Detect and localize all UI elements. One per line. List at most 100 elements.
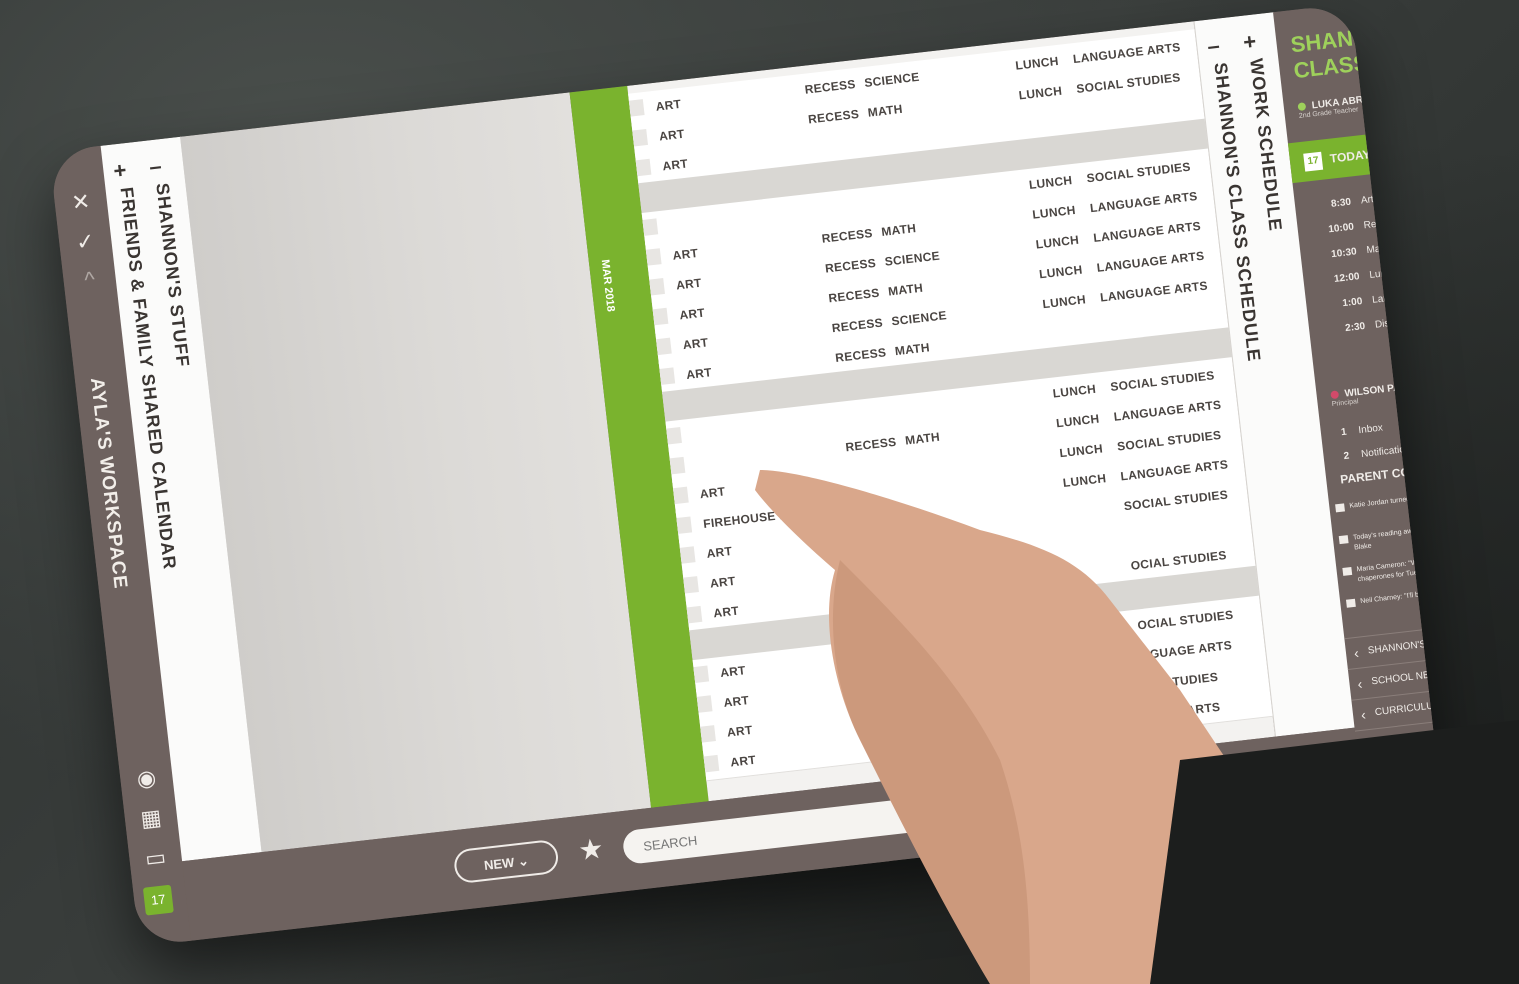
schedule-cell[interactable]: ART xyxy=(706,544,733,561)
search-icon[interactable]: ⌕ xyxy=(1083,773,1102,808)
work-schedule-toggle[interactable]: + xyxy=(1242,28,1258,55)
schedule-cell[interactable]: LUNCH xyxy=(1035,233,1080,252)
schedule-cell[interactable]: AL STUDIES xyxy=(1144,670,1219,692)
play-icon[interactable]: ◉ xyxy=(131,763,162,794)
row-tab xyxy=(645,248,662,266)
schedule-cell[interactable]: RECESS xyxy=(807,107,859,127)
new-button[interactable]: NEW ⌄ xyxy=(452,838,560,885)
empty-pane xyxy=(180,92,652,853)
row-tab xyxy=(693,665,710,683)
schedule-cell[interactable]: UAGE ARTS xyxy=(1147,700,1221,722)
schedule-cell[interactable]: RECE xyxy=(875,705,911,723)
send-message-label: ND MESSAGE xyxy=(1223,763,1306,787)
row-tab xyxy=(628,99,645,117)
message-count: 1 xyxy=(1340,426,1348,439)
schedule-cell[interactable]: ART xyxy=(675,276,702,293)
message-count: 2 xyxy=(1343,450,1350,463)
chevron-down-icon[interactable]: ⌄ xyxy=(1041,786,1057,807)
schedule-cell[interactable]: ART xyxy=(679,306,706,323)
star-icon[interactable]: ★ xyxy=(577,832,606,868)
today-time: 12:00 xyxy=(1333,271,1361,286)
schedule-cell[interactable]: LUNCH xyxy=(1059,441,1104,460)
row-tab xyxy=(676,516,693,534)
row-tab xyxy=(642,218,659,236)
schedule-cell[interactable]: RECESS xyxy=(835,345,887,365)
tablet-screen: ✕ ✓ ^ AYLA'S WORKSPACE ◉ ▦ ▭ 17 + FRIEND… xyxy=(48,3,1442,947)
close-icon[interactable]: ✕ xyxy=(65,187,96,218)
schedule-cell[interactable]: LUNCH xyxy=(1052,382,1097,401)
row-tab xyxy=(679,546,696,564)
schedule-cell[interactable]: ART xyxy=(709,574,736,591)
schedule-cell[interactable]: RECESS xyxy=(804,77,856,97)
today-calendar-icon: 17 xyxy=(1303,151,1324,172)
schedule-grid: ART RECESS SCIENCE LUNCH LANGUAGE ARTS ART REC… xyxy=(627,21,1276,802)
schedule-cell[interactable]: RECESS xyxy=(831,315,883,335)
schedule-cell[interactable]: RECESS xyxy=(821,226,873,246)
message-label: Inbox xyxy=(1357,422,1384,437)
chat-icon[interactable]: ▭ xyxy=(140,843,171,874)
schedule-cell[interactable]: LUNCH xyxy=(1062,471,1107,490)
schedule-cell[interactable]: ART xyxy=(719,663,746,680)
chevron-icon[interactable]: ^ xyxy=(74,264,105,295)
today-time: 10:00 xyxy=(1327,221,1355,236)
schedule-cell[interactable]: LUNCH xyxy=(1038,263,1083,282)
today-item[interactable]: 8:30 Art xyxy=(1315,194,1375,212)
schedule-cell[interactable]: SCIENCE xyxy=(884,249,941,269)
schedule-cell[interactable]: ART xyxy=(686,365,713,382)
row-tab xyxy=(683,576,699,594)
schedule-cell[interactable]: OCIAL STUDIES xyxy=(1137,608,1234,633)
calendar-icon[interactable]: 17 xyxy=(142,884,174,916)
row-tab xyxy=(656,337,672,356)
schedule-cell[interactable]: ART xyxy=(658,127,685,144)
schedule-cell[interactable]: MATH xyxy=(894,340,930,358)
schedule-cell[interactable]: ART xyxy=(655,97,682,114)
schedule-cell[interactable]: ART xyxy=(682,335,709,352)
schedule-cell[interactable]: ART xyxy=(672,246,699,263)
row-tab xyxy=(700,725,716,743)
stuff-toggle[interactable]: – xyxy=(148,153,163,180)
class-schedule-toggle[interactable]: – xyxy=(1206,33,1221,60)
schedule-cell[interactable]: FIREHOUSE FIE xyxy=(702,506,799,531)
today-time: 2:30 xyxy=(1344,320,1366,335)
row-tab xyxy=(659,367,676,385)
row-tab xyxy=(696,695,713,713)
message-item[interactable]: 1 Inbox xyxy=(1340,423,1383,439)
schedule-cell[interactable]: ART xyxy=(730,753,757,770)
schedule-cell[interactable]: RECESS xyxy=(824,256,876,276)
row-tab xyxy=(669,456,686,475)
row-tab xyxy=(666,427,682,445)
schedule-cell[interactable]: MATH xyxy=(904,430,940,448)
schedule-cell[interactable]: MATH xyxy=(887,281,923,299)
send-message-button[interactable]: ND MESSAGE xyxy=(1187,749,1341,801)
schedule-cell[interactable]: SCIENCE xyxy=(891,308,948,328)
schedule-cell[interactable]: RECESS xyxy=(845,435,897,455)
schedule-cell[interactable]: MATH xyxy=(867,102,903,120)
schedule-cell[interactable]: ART xyxy=(699,484,726,501)
schedule-cell[interactable]: OCIAL STUDIES xyxy=(1130,548,1227,573)
check-icon[interactable]: ✓ xyxy=(70,227,101,258)
schedule-cell[interactable]: LUNCH xyxy=(1028,173,1073,192)
teacher-status-dot xyxy=(1297,102,1307,112)
schedule-cell[interactable]: LUNCH xyxy=(1042,292,1087,311)
schedule-cell[interactable]: RECESS xyxy=(828,286,880,306)
schedule-cell[interactable]: NGUAGE ARTS xyxy=(1140,638,1233,662)
schedule-cell[interactable]: LUNCH xyxy=(1032,203,1077,222)
schedule-cell[interactable]: ART xyxy=(713,604,740,621)
schedule-cell[interactable]: LUNCH xyxy=(1015,54,1060,73)
schedule-cell[interactable]: MATH xyxy=(881,221,917,239)
schedule-cell[interactable]: LUNCH xyxy=(1018,84,1063,103)
schedule-cell[interactable]: LUNCH xyxy=(1055,412,1100,431)
schedule-cell[interactable]: SCIENCE xyxy=(864,70,921,90)
stuff-label[interactable]: SHANNON'S STUFF xyxy=(151,182,193,368)
work-schedule-title[interactable]: WORK SCHEDULE xyxy=(1245,57,1286,232)
schedule-cell[interactable]: ART xyxy=(662,157,689,174)
shared-calendar-toggle[interactable]: + xyxy=(112,157,128,184)
today-subject: Art xyxy=(1360,194,1375,207)
schedule-cell[interactable]: ART xyxy=(723,693,750,710)
today-time: 1:00 xyxy=(1341,296,1363,310)
schedule-cell[interactable]: ART xyxy=(726,723,753,740)
apps-icon[interactable]: ▦ xyxy=(136,803,167,834)
row-tab xyxy=(652,307,669,326)
schedule-cell[interactable]: RECESS xyxy=(879,733,931,753)
today-time: 8:30 xyxy=(1330,196,1352,210)
